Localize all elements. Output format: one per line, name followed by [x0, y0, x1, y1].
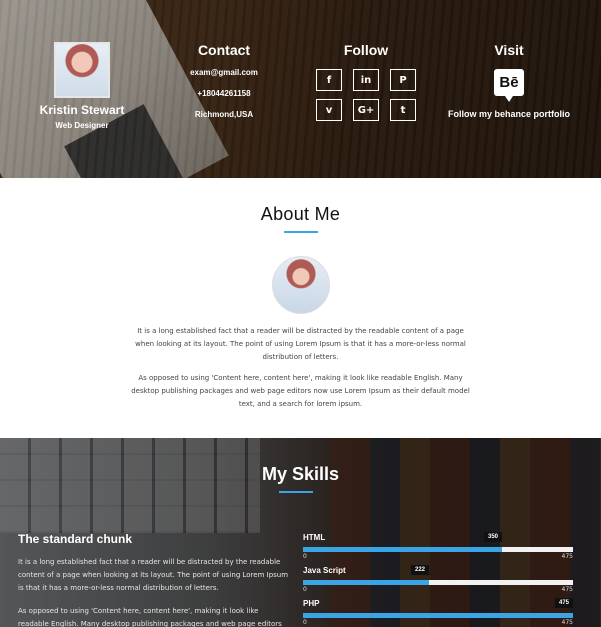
skill-label: Java Script: [303, 566, 346, 575]
pinterest-button[interactable]: P: [390, 69, 416, 91]
contact-title: Contact: [197, 42, 251, 58]
linkedin-icon: in: [360, 74, 372, 86]
skill-fill: [303, 580, 429, 585]
about-avatar: [271, 256, 330, 314]
skills-title-underline: [279, 491, 313, 493]
behance-portfolio-link[interactable]: Follow my behance portfolio: [442, 109, 576, 119]
skills-section: My Skills The standard chunk It is a lon…: [0, 438, 601, 627]
about-paragraph-1: It is a long established fact that a rea…: [135, 327, 466, 361]
skill-max: 475: [561, 586, 573, 593]
about-title: About Me: [260, 204, 341, 224]
skill-bar-javascript: Java Script 222 0 475: [303, 565, 573, 598]
skill-value-badge: 350: [483, 532, 502, 542]
skill-value-badge: 475: [554, 598, 573, 608]
skill-track: [303, 580, 573, 585]
skill-fill: [303, 547, 502, 552]
skill-track: [303, 547, 573, 552]
vimeo-button[interactable]: v: [316, 99, 342, 121]
about-paragraph-2: As opposed to using 'Content here, conte…: [131, 374, 470, 408]
contact-email[interactable]: exam@gmail.com: [172, 68, 276, 77]
skill-bar-php: PHP 475 0 475: [303, 598, 573, 627]
skill-label: HTML: [303, 533, 326, 542]
skill-min: 0: [303, 586, 307, 593]
contact-column: Contact exam@gmail.com +18044261158 Rich…: [172, 42, 276, 119]
skill-max: 475: [561, 619, 573, 626]
skill-bars: HTML 350 0 475 Java Script 222 0 475 PHP…: [303, 532, 573, 627]
follow-column: Follow f in P v G+ t: [306, 42, 426, 121]
skill-fill: [303, 613, 573, 618]
chunk-paragraph-2: As opposed to using 'Content here, conte…: [18, 607, 282, 627]
visit-title: Visit: [494, 42, 524, 58]
vimeo-icon: v: [325, 104, 333, 116]
skill-max: 475: [561, 553, 573, 560]
google-plus-icon: G+: [357, 104, 375, 116]
facebook-button[interactable]: f: [316, 69, 342, 91]
skills-text-block: The standard chunk It is a long establis…: [18, 532, 290, 627]
about-section: About Me It is a long established fact t…: [0, 178, 601, 438]
skill-min: 0: [303, 553, 307, 560]
skills-title: My Skills: [261, 464, 340, 484]
profile-photo: [54, 42, 110, 98]
profile-card: Kristin Stewart Web Designer: [30, 42, 134, 130]
chunk-title: The standard chunk: [18, 532, 133, 546]
linkedin-button[interactable]: in: [353, 69, 379, 91]
skill-track: [303, 613, 573, 618]
contact-location: Richmond,USA: [194, 110, 254, 119]
skill-label: PHP: [303, 599, 320, 608]
pinterest-icon: P: [399, 74, 407, 86]
about-title-underline: [283, 231, 318, 233]
facebook-icon: f: [326, 74, 332, 86]
contact-phone[interactable]: +18044261158: [172, 89, 276, 98]
skill-bar-html: HTML 350 0 475: [303, 532, 573, 565]
social-links: f in P v G+ t: [306, 69, 426, 121]
visit-column: Visit Bē Follow my behance portfolio: [442, 42, 576, 119]
profile-name: Kristin Stewart: [39, 103, 125, 117]
follow-title: Follow: [343, 42, 389, 58]
tumblr-button[interactable]: t: [390, 99, 416, 121]
profile-header: Kristin Stewart Web Designer Contact exa…: [0, 0, 601, 178]
skill-min: 0: [303, 619, 307, 626]
tumblr-icon: t: [400, 104, 406, 116]
skill-value-badge: 222: [410, 565, 429, 575]
behance-icon[interactable]: Bē: [494, 69, 524, 102]
google-plus-button[interactable]: G+: [353, 99, 379, 121]
chunk-paragraph-1: It is a long established fact that a rea…: [18, 558, 289, 592]
profile-role: Web Designer: [55, 121, 109, 130]
